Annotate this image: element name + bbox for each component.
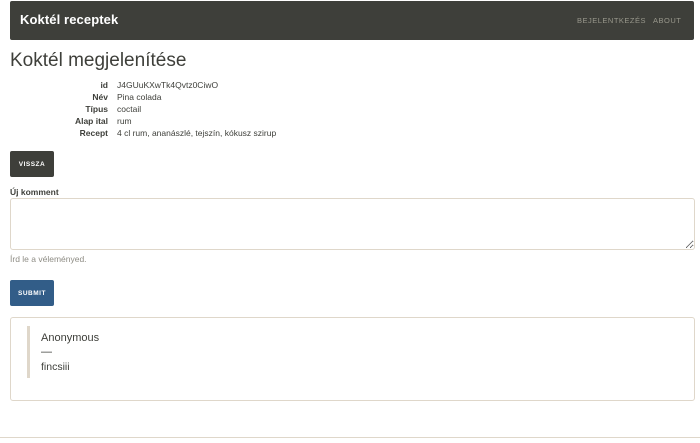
brand-link[interactable]: Koktél receptek — [20, 12, 118, 27]
detail-row-base: Alap ital rum — [10, 115, 410, 127]
comment-separator: — — [41, 346, 52, 358]
detail-key: Alap ital — [74, 116, 108, 126]
detail-key: Név — [92, 92, 108, 102]
comment-item: Anonymous — fincsiii — [27, 326, 667, 378]
detail-value: coctail — [117, 104, 142, 114]
comment-help-text: Írd le a véleményed. — [10, 254, 87, 264]
detail-value: rum — [117, 116, 132, 126]
detail-value: J4GUuKXwTk4Qvtz0CiwO — [117, 80, 219, 90]
detail-value: 4 cl rum, ananászlé, tejszín, kókusz szi… — [117, 128, 277, 138]
detail-key: id — [100, 80, 108, 90]
comment-label: Új komment — [10, 187, 59, 197]
comment-author: Anonymous — [41, 332, 100, 344]
page-title: Koktél megjelenítése — [10, 50, 187, 71]
comment-text: fincsiii — [41, 361, 70, 373]
nav-login-link[interactable]: BEJELENTKEZÉS — [577, 16, 646, 25]
back-button[interactable]: VISSZA — [10, 151, 54, 177]
detail-row-name: Név Pina colada — [10, 91, 410, 103]
comment-textarea[interactable] — [10, 198, 695, 250]
detail-row-recipe: Recept 4 cl rum, ananászlé, tejszín, kók… — [10, 127, 410, 139]
detail-row-id: id J4GUuKXwTk4Qvtz0CiwO — [10, 79, 410, 91]
nav-about-link[interactable]: ABOUT — [653, 16, 681, 25]
detail-key: Recept — [79, 128, 108, 138]
bottom-divider — [0, 437, 700, 438]
detail-key: Típus — [85, 104, 108, 114]
comments-panel: Anonymous — fincsiii — [10, 317, 695, 401]
submit-button[interactable]: SUBMIT — [10, 280, 54, 306]
top-navbar: Koktél receptek BEJELENTKEZÉS ABOUT — [10, 1, 694, 40]
detail-row-type: Típus coctail — [10, 103, 410, 115]
detail-value: Pina colada — [117, 92, 162, 102]
cocktail-details: id J4GUuKXwTk4Qvtz0CiwO Név Pina colada … — [10, 79, 410, 139]
